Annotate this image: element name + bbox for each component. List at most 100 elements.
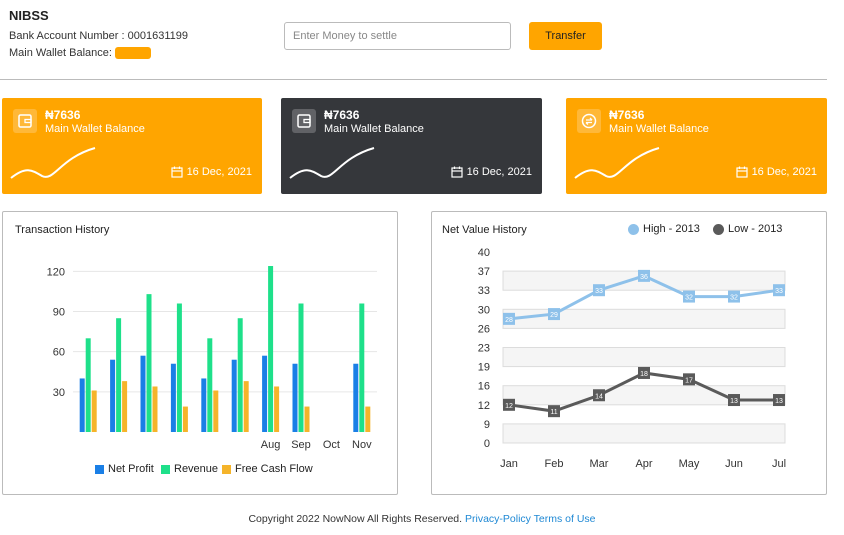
legend-swatch (95, 464, 104, 474)
bar-net-profit (201, 378, 207, 432)
settle-amount-input[interactable] (284, 22, 511, 50)
exchange-icon (577, 109, 601, 133)
calendar-icon (170, 166, 183, 178)
net-value-history-panel: Net Value History High - 2013 Low - 2013… (431, 211, 827, 495)
bar-net-profit (292, 363, 298, 432)
x-tick-label: Jul (772, 458, 786, 470)
transfer-button[interactable]: Transfer (529, 22, 602, 50)
x-tick-label: Mar (590, 458, 609, 470)
card-label: Main Wallet Balance (45, 123, 145, 135)
bar-free-cash-flow (274, 386, 280, 432)
x-tick-label: Jan (500, 458, 518, 470)
bar-net-profit (140, 355, 146, 432)
net-value-history-chart: 0 9 12 16 19 23 26 30 33 37 40 Jan Feb Mar Apr May Jun Ju… (478, 247, 786, 470)
bank-account-number: Bank Account Number : 0001631199 (9, 30, 188, 42)
wallet-card-3[interactable]: ₦7636 Main Wallet Balance 16 Dec, 2021 (566, 98, 827, 194)
bar-free-cash-flow (91, 390, 97, 432)
legend-net-profit: Net Profit (95, 463, 154, 475)
plot-band (502, 347, 786, 368)
copyright-text: Copyright 2022 NowNow All Rights Reserve… (248, 513, 463, 525)
header-divider (0, 79, 827, 80)
wallet-balance-badge (114, 47, 151, 60)
y-tick-label: 90 (53, 307, 65, 319)
bar-revenue (268, 266, 274, 432)
y-tick-label: 16 (478, 381, 490, 393)
data-label: 29 (550, 312, 558, 319)
card-date: 16 Dec, 2021 (735, 166, 817, 178)
transaction-history-chart: 30 60 90 120 Aug Sep Oct Nov (47, 266, 377, 451)
bar-net-profit (353, 363, 359, 432)
data-label: 18 (640, 371, 648, 378)
x-tick-label: Nov (352, 439, 372, 451)
legend-free-cash-flow: Free Cash Flow (222, 463, 313, 475)
x-tick-label: Oct (323, 439, 340, 451)
bar-revenue (237, 318, 243, 432)
x-tick-label: Sep (291, 439, 311, 451)
wallet-card-1[interactable]: ₦7636 Main Wallet Balance 16 Dec, 2021 (2, 98, 262, 194)
bar-free-cash-flow (213, 390, 219, 432)
bar-revenue (146, 294, 152, 432)
data-label: 28 (505, 317, 513, 324)
trend-wave-icon (10, 147, 96, 179)
y-tick-label: 12 (478, 400, 490, 412)
trend-wave-icon (574, 147, 660, 179)
wallet-balance-row: Main Wallet Balance: (9, 47, 151, 60)
bar-revenue (176, 303, 182, 432)
y-tick-label: 23 (478, 343, 490, 355)
calendar-icon (450, 166, 463, 178)
bar-free-cash-flow (243, 381, 249, 432)
y-tick-label: 9 (484, 419, 490, 431)
legend-label: Revenue (174, 463, 219, 475)
bar-free-cash-flow (152, 386, 158, 432)
x-tick-label: Apr (635, 458, 652, 470)
bar-free-cash-flow (304, 406, 310, 432)
bar-net-profit (110, 359, 116, 432)
bar-revenue (298, 303, 304, 432)
bar-revenue (85, 338, 91, 432)
plot-band (502, 308, 786, 329)
terms-of-use-link[interactable]: Terms of Use (534, 513, 596, 525)
y-tick-label: 60 (53, 347, 65, 359)
bar-revenue (207, 338, 213, 432)
bar-net-profit (231, 359, 237, 432)
y-tick-label: 0 (484, 438, 490, 450)
data-label: 17 (685, 377, 693, 384)
legend-revenue: Revenue (161, 463, 218, 475)
wallet-card-2[interactable]: ₦7636 Main Wallet Balance 16 Dec, 2021 (281, 98, 542, 194)
data-label: 33 (775, 288, 783, 295)
data-label: 11 (550, 409, 557, 416)
brand-title: NIBSS (9, 8, 49, 23)
y-tick-label: 37 (478, 266, 490, 278)
wallet-balance-label: Main Wallet Balance: (9, 47, 112, 59)
legend-label: Free Cash Flow (235, 463, 313, 475)
card-date-text: 16 Dec, 2021 (186, 166, 252, 178)
data-label: 13 (775, 398, 783, 405)
y-tick-label: 40 (478, 247, 490, 259)
legend-swatch (222, 464, 231, 474)
bar-free-cash-flow (122, 381, 128, 432)
x-tick-label: Feb (545, 458, 564, 470)
bar-revenue (359, 303, 365, 432)
bar-net-profit (79, 378, 85, 432)
card-date-text: 16 Dec, 2021 (751, 166, 817, 178)
bar-free-cash-flow (182, 406, 188, 432)
privacy-policy-link[interactable]: Privacy-Policy (465, 513, 531, 525)
card-amount: ₦7636 (324, 108, 360, 122)
card-date-text: 16 Dec, 2021 (466, 166, 532, 178)
calendar-icon (735, 166, 748, 178)
y-tick-label: 26 (478, 323, 490, 335)
trend-wave-icon (289, 147, 375, 179)
bar-net-profit (170, 363, 176, 432)
y-tick-label: 120 (47, 266, 65, 278)
x-tick-label: May (679, 458, 700, 470)
x-tick-label: Jun (725, 458, 743, 470)
bar-free-cash-flow (365, 406, 371, 432)
bar-revenue (116, 318, 122, 432)
legend-swatch (161, 464, 170, 474)
y-tick-label: 33 (478, 285, 490, 297)
transaction-history-panel: Transaction History 30 60 90 120 Aug Sep Oct No… (2, 211, 398, 495)
data-label: 14 (595, 393, 603, 400)
data-label: 36 (640, 274, 648, 281)
data-label: 32 (730, 295, 738, 302)
bar-net-profit (262, 355, 268, 432)
